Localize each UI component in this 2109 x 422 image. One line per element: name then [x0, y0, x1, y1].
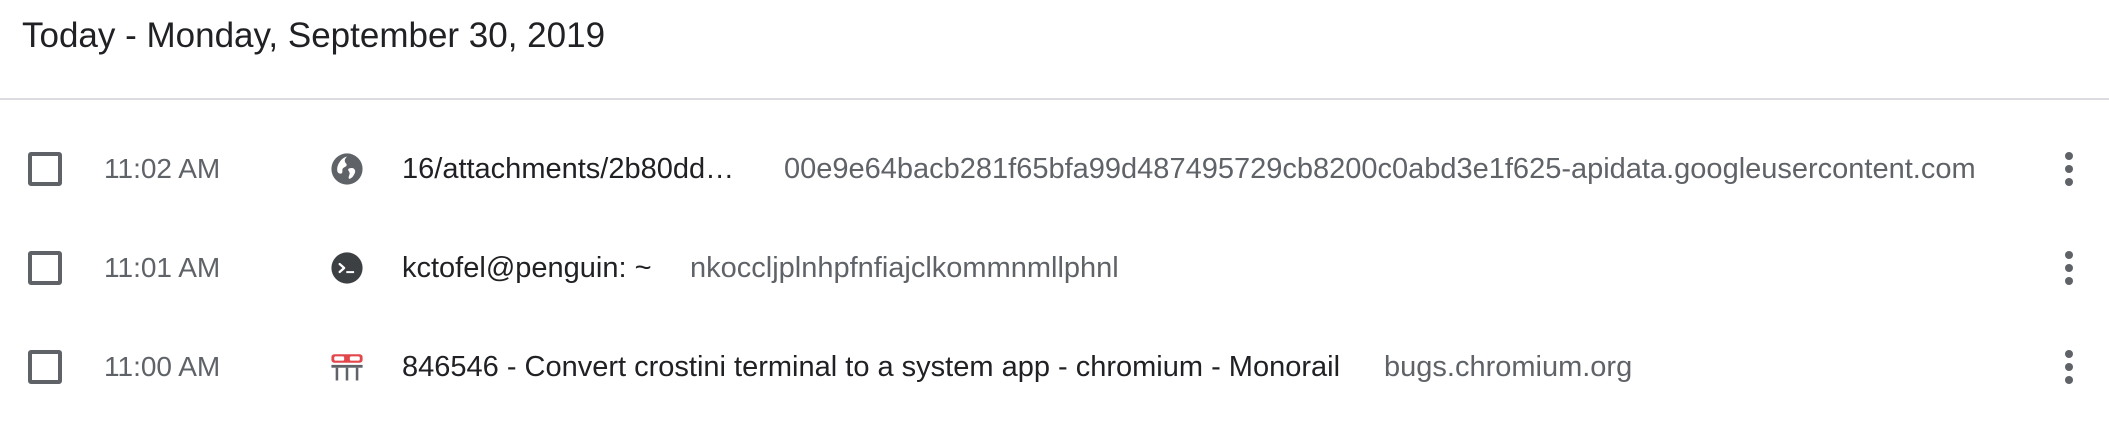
- entry-checkbox[interactable]: [28, 152, 62, 186]
- day-heading: Today - Monday, September 30, 2019: [22, 16, 606, 55]
- history-day-header: Today - Monday, September 30, 2019: [0, 0, 2109, 100]
- entry-title-link[interactable]: 846546 - Convert crostini terminal to a …: [402, 348, 1340, 386]
- history-list: 11:02 AM 16/attachments/2b80dd… 00e9e64b…: [0, 100, 2109, 397]
- entry-domain: nkoccljplnhpfnfiajclkommnmllphnl: [690, 252, 1119, 284]
- more-actions-icon[interactable]: [2052, 344, 2086, 390]
- history-entry[interactable]: 11:02 AM 16/attachments/2b80dd… 00e9e64b…: [0, 100, 2109, 199]
- entry-time: 11:01 AM: [104, 252, 221, 283]
- globe-icon: [330, 152, 364, 186]
- history-entry[interactable]: 11:01 AM kctofel@penguin: ~ nkoccljplnhp…: [0, 199, 2109, 298]
- more-actions-icon[interactable]: [2052, 146, 2086, 192]
- more-actions-icon[interactable]: [2052, 245, 2086, 291]
- terminal-icon: [330, 251, 364, 285]
- history-entry[interactable]: 11:00 AM 846546 - Convert crostini termi…: [0, 298, 2109, 397]
- entry-domain: 00e9e64bacb281f65bfa99d487495729cb8200c0…: [784, 153, 1976, 185]
- entry-title-link[interactable]: kctofel@penguin: ~: [402, 249, 652, 287]
- entry-time: 11:00 AM: [104, 351, 221, 382]
- entry-domain: bugs.chromium.org: [1384, 351, 1633, 383]
- entry-checkbox[interactable]: [28, 350, 62, 384]
- entry-checkbox[interactable]: [28, 251, 62, 285]
- monorail-icon: [330, 350, 364, 384]
- entry-time: 11:02 AM: [104, 153, 221, 184]
- entry-title-link[interactable]: 16/attachments/2b80dd…: [402, 150, 734, 188]
